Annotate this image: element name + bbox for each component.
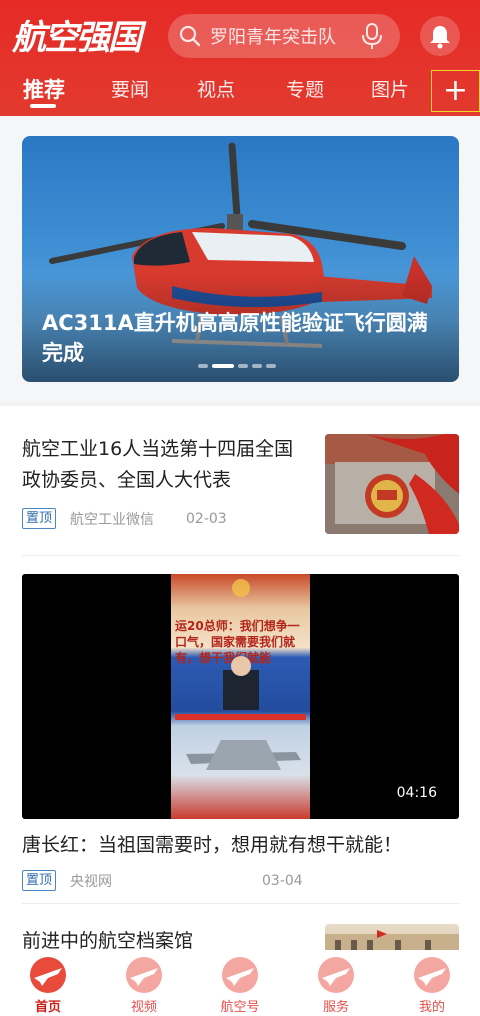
article-item[interactable]: 前进中的航空档案馆 — [22, 924, 459, 950]
article-title: 航空工业16人当选第十四届全国政协委员、全国人大代表 — [22, 438, 294, 491]
banner-carousel[interactable]: AC311A直升机高高原性能验证飞行圆满完成 — [22, 136, 459, 382]
article-source: 央视网 — [70, 873, 113, 890]
video-article-item[interactable]: 运20总师：我们想争一口气，国家需要我们就有，想干我们就能 04:16 唐长红：… — [22, 574, 459, 904]
active-tab-indicator — [30, 104, 56, 108]
service-plane-icon — [318, 957, 354, 993]
search-icon — [179, 25, 201, 47]
carousel-indicator — [198, 364, 276, 368]
article-thumbnail — [325, 924, 459, 950]
search-placeholder: 罗阳青年突击队 — [210, 27, 336, 48]
carousel-dot — [198, 364, 208, 368]
article-source: 航空工业微信 — [70, 511, 155, 528]
video-duration: 04:16 — [396, 785, 437, 801]
tab-recommend[interactable]: 推荐 — [0, 70, 88, 110]
nav-video[interactable]: 视频 — [96, 950, 192, 1016]
article-title: 前进中的航空档案馆 — [22, 930, 194, 950]
article-item[interactable]: 航空工业16人当选第十四届全国政协委员、全国人大代表 置顶 航空工业微信 02-… — [22, 434, 459, 556]
tab-label: 要闻 — [110, 79, 149, 101]
tab-label: 专题 — [285, 79, 324, 101]
top-header: 航空强国 罗阳青年突击队 推荐 要闻 视点 专题 图片 + — [0, 0, 480, 116]
archive-building-image — [325, 930, 459, 950]
app-root: 航空强国 罗阳青年突击队 推荐 要闻 视点 专题 图片 + AC311A直升机高… — [0, 0, 480, 1016]
profile-plane-icon — [414, 957, 450, 993]
feed-content: AC311A直升机高高原性能验证飞行圆满完成 航空工业16人当选第十四届全国政协… — [0, 116, 480, 950]
nav-label: 我的 — [418, 1000, 445, 1015]
carousel-dot-active — [212, 364, 234, 368]
pinned-tag: 置顶 — [22, 870, 57, 891]
bell-icon — [430, 26, 450, 49]
nav-label: 航空号 — [220, 1000, 260, 1015]
nav-home[interactable]: 首页 — [0, 950, 96, 1016]
tab-pictures[interactable]: 图片 — [350, 70, 430, 110]
microphone-icon[interactable] — [360, 22, 384, 50]
banner-title: AC311A直升机高高原性能验证飞行圆满完成 — [42, 311, 428, 365]
tab-news[interactable]: 要闻 — [88, 70, 172, 110]
tab-topics[interactable]: 专题 — [260, 70, 350, 110]
notification-bell-button[interactable] — [420, 16, 460, 56]
article-date: 02-03 — [186, 510, 227, 527]
tab-label: 推荐 — [23, 78, 65, 102]
search-bar[interactable]: 罗阳青年突击队 — [168, 14, 400, 58]
national-emblem-image — [325, 434, 459, 534]
nav-label: 服务 — [322, 1000, 349, 1015]
banner-section: AC311A直升机高高原性能验证飞行圆满完成 — [0, 116, 480, 402]
aviation-account-icon — [222, 957, 258, 993]
carousel-dot — [252, 364, 262, 368]
video-still-image — [175, 579, 306, 770]
nav-label: 视频 — [130, 1000, 157, 1015]
article-meta: 置顶 央视网 03-04 — [22, 870, 303, 891]
article-title: 唐长红：当祖国需要时，想用就有想干就能！ — [22, 834, 403, 856]
tab-label: 视点 — [196, 79, 235, 101]
video-plane-icon — [126, 957, 162, 993]
channel-tabs: 推荐 要闻 视点 专题 图片 — [0, 70, 430, 110]
article-thumbnail — [325, 434, 459, 534]
nav-profile[interactable]: 我的 — [384, 950, 480, 1016]
article-list: 航空工业16人当选第十四届全国政协委员、全国人大代表 置顶 航空工业微信 02-… — [0, 406, 480, 950]
carousel-dot — [238, 364, 248, 368]
app-logo: 航空强国 — [12, 18, 142, 58]
home-plane-icon — [30, 957, 66, 993]
video-player[interactable]: 运20总师：我们想争一口气，国家需要我们就有，想干我们就能 04:16 — [22, 574, 459, 819]
bottom-navigation: 首页 视频 航空号 服务 我的 — [0, 950, 480, 1016]
nav-aviation-account[interactable]: 航空号 — [192, 950, 288, 1016]
article-meta: 置顶 航空工业微信 02-03 — [22, 508, 227, 529]
tab-viewpoint[interactable]: 视点 — [172, 70, 260, 110]
article-date: 03-04 — [262, 872, 303, 889]
nav-label: 首页 — [34, 1000, 61, 1015]
nav-service[interactable]: 服务 — [288, 950, 384, 1016]
video-frame: 运20总师：我们想争一口气，国家需要我们就有，想干我们就能 — [171, 574, 310, 819]
tab-label: 图片 — [370, 79, 409, 101]
add-channel-button[interactable]: + — [431, 70, 480, 112]
pinned-tag: 置顶 — [22, 508, 57, 529]
carousel-dot — [266, 364, 276, 368]
